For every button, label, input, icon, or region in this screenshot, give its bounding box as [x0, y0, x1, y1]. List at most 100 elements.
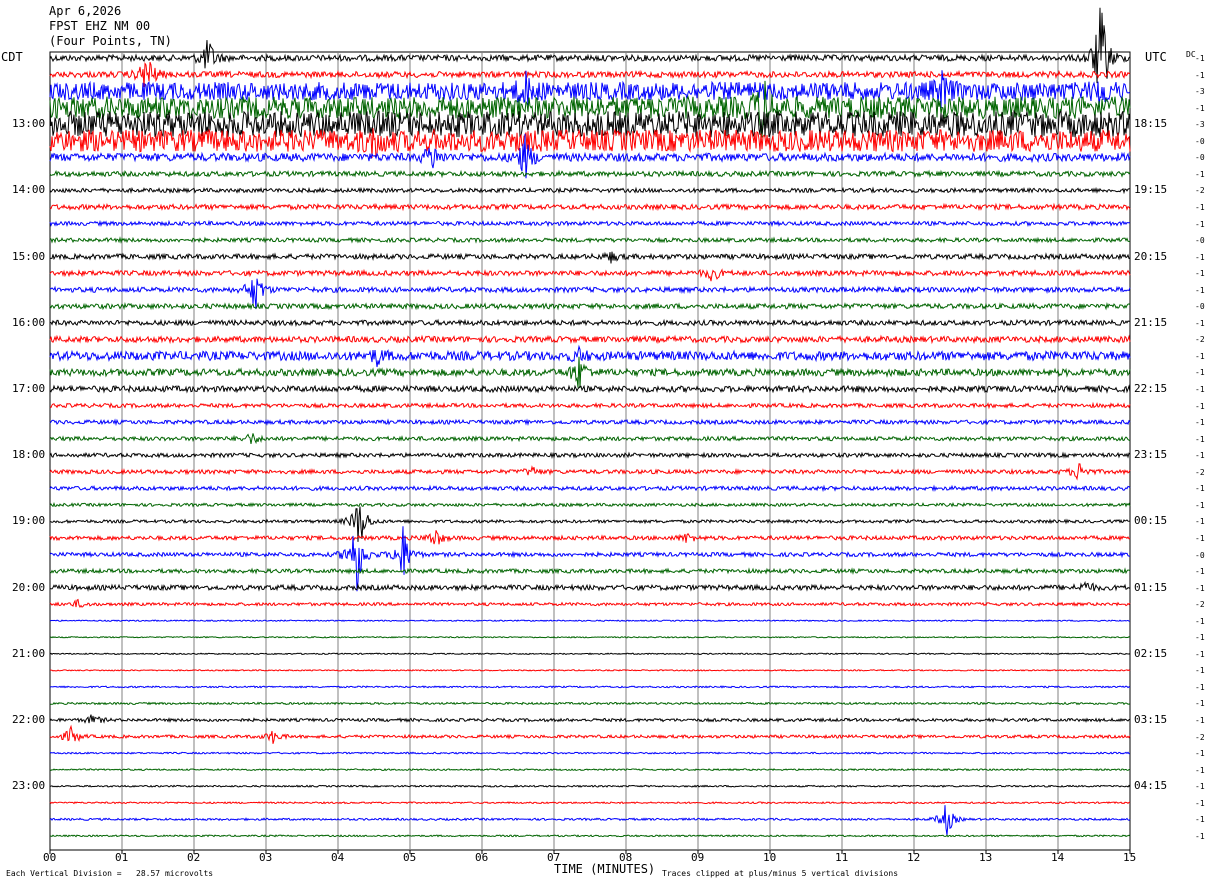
x-axis-title: TIME (MINUTES): [554, 862, 656, 876]
trace-18: [49, 344, 1131, 368]
utc-hour-label: 01:15: [1134, 580, 1168, 594]
dc-offset: -2: [1195, 600, 1205, 610]
trace-17: [49, 334, 1131, 345]
dc-offset: -1: [1195, 169, 1205, 179]
cdt-hour-label: 18:00: [12, 448, 46, 462]
dc-offset: -1: [1195, 434, 1205, 444]
cdt-hour-label: 21:00: [12, 646, 46, 660]
trace-7: [49, 169, 1131, 179]
dc-offset: -0: [1195, 136, 1205, 146]
utc-hour-label: 22:15: [1134, 382, 1168, 395]
trace-10: [49, 219, 1131, 228]
trace-23: [49, 433, 1131, 445]
cdt-hour-label: 20:00: [12, 580, 46, 594]
trace-16: [49, 318, 1131, 327]
dc-offset: -1: [1195, 716, 1205, 725]
utc-hour-label: 04:15: [1134, 779, 1168, 793]
dc-offset: -1: [1195, 285, 1205, 295]
utc-hour-label: 18:15: [1134, 117, 1168, 131]
utc-hour-label: 02:15: [1134, 646, 1168, 660]
dc-offset: -3: [1195, 87, 1205, 97]
trace-12: [49, 251, 1131, 264]
cdt-hour-label: 17:00: [12, 382, 46, 395]
dc-offset: -1: [1195, 666, 1205, 676]
dc-offset: -1: [1195, 385, 1205, 394]
trace-34: [49, 619, 1131, 623]
x-tick-label: 14: [1051, 851, 1065, 864]
trace-37: [50, 669, 1131, 672]
dc-offset: -1: [1195, 749, 1205, 759]
trace-31: [49, 567, 1131, 575]
cdt-hour-label: 16:00: [12, 315, 46, 329]
trace-25: [49, 463, 1131, 481]
cdt-hour-label: 14:00: [12, 183, 46, 197]
trace-11: [49, 236, 1131, 244]
dc-offset: -1: [1195, 682, 1205, 692]
utc-hour-label: 03:15: [1134, 713, 1168, 726]
trace-35: [49, 635, 1131, 639]
dc-offset: -1: [1195, 418, 1205, 428]
trace-39: [49, 701, 1131, 706]
dc-offset: -0: [1195, 550, 1205, 560]
dc-offset: -1: [1195, 782, 1205, 792]
dc-offset: -1: [1195, 500, 1205, 510]
x-tick-label: 13: [979, 851, 993, 864]
trace-8: [49, 186, 1130, 195]
dc-offset: -3: [1195, 120, 1205, 130]
trace-26: [49, 484, 1131, 493]
cdt-hour-label: 13:00: [12, 117, 46, 131]
dc-offset: -1: [1195, 765, 1205, 775]
x-tick-label: 01: [115, 851, 129, 864]
trace-21: [49, 401, 1131, 410]
trace-47: [49, 834, 1131, 838]
dc-offset: -1: [1195, 567, 1205, 577]
scale-note: Each Vertical Division = 28.57 microvolt…: [6, 869, 214, 878]
trace-13: [49, 268, 1131, 282]
dc-offset: -1: [1195, 103, 1205, 113]
trace-38: [49, 685, 1131, 689]
trace-27: [49, 501, 1131, 508]
trace-42: [49, 751, 1131, 755]
dc-offset: -1: [1195, 815, 1205, 825]
dc-offset: -1: [1195, 269, 1205, 279]
dc-offset: -1: [1195, 517, 1205, 527]
trace-22: [49, 418, 1131, 427]
dc-offset: -2: [1195, 467, 1205, 477]
trace-9: [49, 202, 1131, 212]
dc-offset: -2: [1195, 335, 1205, 345]
dc-offset: -2: [1195, 732, 1205, 742]
dc-offset: -1: [1195, 649, 1205, 659]
utc-hour-label: 20:15: [1134, 249, 1168, 263]
trace-20: [49, 384, 1131, 394]
dc-offset: -1: [1195, 219, 1205, 229]
trace-40: [49, 714, 1131, 724]
trace-45: [49, 801, 1131, 805]
x-tick-label: 03: [259, 851, 273, 864]
utc-hour-label: 00:15: [1134, 514, 1168, 528]
dc-offset: -1: [1195, 351, 1205, 361]
trace-32: [49, 580, 1131, 592]
dc-offset: -1: [1195, 70, 1205, 80]
clip-note: Traces clipped at plus/minus 5 vertical …: [662, 869, 899, 878]
trace-41: [49, 724, 1131, 744]
dc-offset: -1: [1195, 633, 1205, 643]
trace-36: [49, 652, 1131, 656]
x-tick-label: 15: [1123, 851, 1137, 864]
utc-hour-label: 23:15: [1134, 448, 1168, 462]
seismogram-plot: [49, 7, 1131, 854]
dc-offset: -1: [1195, 252, 1205, 262]
dc-offset: -1: [1195, 616, 1205, 626]
dc-offset: -1: [1195, 318, 1205, 328]
dc-offset: -0: [1195, 153, 1205, 163]
x-tick-label: 06: [475, 851, 489, 864]
x-tick-label: 02: [187, 851, 201, 864]
cdt-hour-label: 19:00: [12, 514, 46, 528]
trace-43: [49, 768, 1131, 772]
utc-hour-label: 19:15: [1134, 183, 1168, 197]
trace-15: [49, 301, 1131, 311]
dc-offset: -1: [1195, 368, 1205, 378]
cdt-hour-label: 23:00: [12, 779, 46, 793]
cdt-hour-label: 22:00: [12, 713, 46, 726]
trace-29: [49, 530, 1131, 545]
dc-offset: -2: [1195, 186, 1205, 196]
